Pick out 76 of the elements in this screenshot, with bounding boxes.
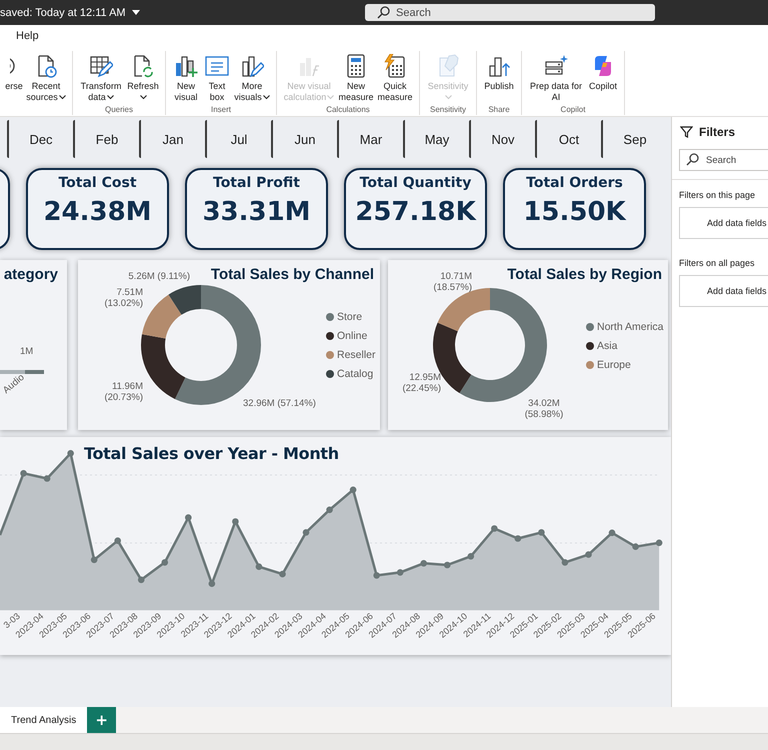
kpi-value: 15.50K <box>523 197 626 227</box>
chart-title: Total Sales over Year - Month <box>83 443 339 463</box>
drop-zone: Add data fields <box>679 275 768 307</box>
group-label: Calculations <box>325 104 371 115</box>
section-heading: Filters on all pages <box>679 258 756 268</box>
ribbon-button[interactable]: New visual <box>171 51 201 104</box>
calculator-bolt-icon <box>383 54 407 78</box>
ribbon-button[interactable]: Recent sources <box>25 51 67 104</box>
legend-label: Asia <box>597 340 618 352</box>
ribbon-button[interactable]: Text box <box>203 51 231 104</box>
month-slicer-item[interactable]: Jan <box>139 120 205 158</box>
search-icon <box>377 6 390 19</box>
pane-title: Filters <box>699 125 736 139</box>
legend-label: Store <box>337 310 362 322</box>
ribbon-button[interactable]: Copilot <box>587 51 619 104</box>
data-label: 10.71M (18.57%) <box>432 271 472 293</box>
page-tab[interactable]: Trend Analysis <box>0 707 88 733</box>
search-field[interactable]: Search <box>679 149 768 171</box>
data-label: 34.02M (58.98%) <box>524 398 564 420</box>
legend-label: North America <box>597 320 664 332</box>
ribbon-button[interactable]: erse <box>5 51 23 104</box>
ribbon-button[interactable]: Transform data <box>78 51 124 104</box>
group-label: Share <box>487 104 511 115</box>
chart-title: ategory <box>4 266 58 283</box>
month-slicer-item[interactable]: May <box>403 120 469 158</box>
ribbon-button[interactable]: Refresh <box>126 51 160 104</box>
month-slicer-item[interactable]: Oct <box>535 120 601 158</box>
kpi-value: 257.18K <box>355 197 476 227</box>
group-label: Queries <box>104 104 134 115</box>
month-slicer-item[interactable]: Nov <box>469 120 535 158</box>
ribbon-button[interactable]: More visuals <box>233 51 271 104</box>
data-label: 11.96M (20.73%) <box>103 381 143 403</box>
group-label: Sensitivity <box>428 104 467 115</box>
legend-label: Online <box>337 330 368 342</box>
ribbon-button[interactable]: Publish <box>482 51 516 104</box>
kpi-value: 33.31M <box>202 197 311 227</box>
data-label: 5.26M (9.11%) <box>127 271 190 282</box>
menu-tab[interactable]: Help <box>15 26 40 46</box>
month-slicer-item[interactable]: Dec <box>7 120 73 158</box>
chart-title: Total Sales by Region <box>507 266 662 283</box>
data-label: 1M <box>20 346 34 357</box>
data-label: 12.95M (22.45%) <box>401 372 441 394</box>
add-page-button[interactable]: + <box>87 707 116 733</box>
caret-icon[interactable] <box>132 10 140 15</box>
group-label: Insert <box>210 104 232 115</box>
kpi-title: Total Profit <box>213 175 300 191</box>
month-slicer-item[interactable]: Feb <box>73 120 139 158</box>
text-box-icon <box>205 54 229 78</box>
legend-label: Reseller <box>337 348 376 360</box>
chart-title: Total Sales by Channel <box>210 266 374 283</box>
group-label: Copilot <box>560 104 586 115</box>
month-slicer-item[interactable]: Jun <box>271 120 337 158</box>
kpi-value: 24.38M <box>43 197 152 227</box>
month-slicer-item[interactable]: Jul <box>205 120 271 158</box>
bar-chart-pencil-icon <box>240 54 264 78</box>
legend-label: Europe <box>597 358 631 370</box>
kpi-title: Total Quantity <box>360 175 472 191</box>
data-label: 32.96M (57.14%) <box>243 398 317 409</box>
legend-label: Catalog <box>337 368 374 380</box>
bar-chart-plus-icon <box>174 54 198 78</box>
search-icon <box>686 153 699 166</box>
data-label: 7.51M (13.02%) <box>103 287 143 309</box>
month-slicer-item[interactable]: Sep <box>601 120 667 158</box>
data-bar <box>0 370 44 374</box>
filter-icon <box>680 126 693 138</box>
section-heading: Filters on this page <box>679 190 756 200</box>
save-status: saved: Today at 12:11 AM <box>0 6 126 18</box>
ribbon-button[interactable]: Prep data for AI <box>527 51 585 104</box>
month-slicer-item[interactable]: Mar <box>337 120 403 158</box>
table-pencil-icon <box>89 54 113 78</box>
kpi-title: Total Cost <box>58 175 137 191</box>
ribbon-button[interactable]: Quick measure <box>376 51 414 104</box>
ribbon-button[interactable]: New measure <box>338 51 374 104</box>
search-field[interactable]: Search <box>365 4 655 21</box>
drop-zone: Add data fields <box>679 207 768 239</box>
kpi-title: Total Orders <box>526 175 623 191</box>
